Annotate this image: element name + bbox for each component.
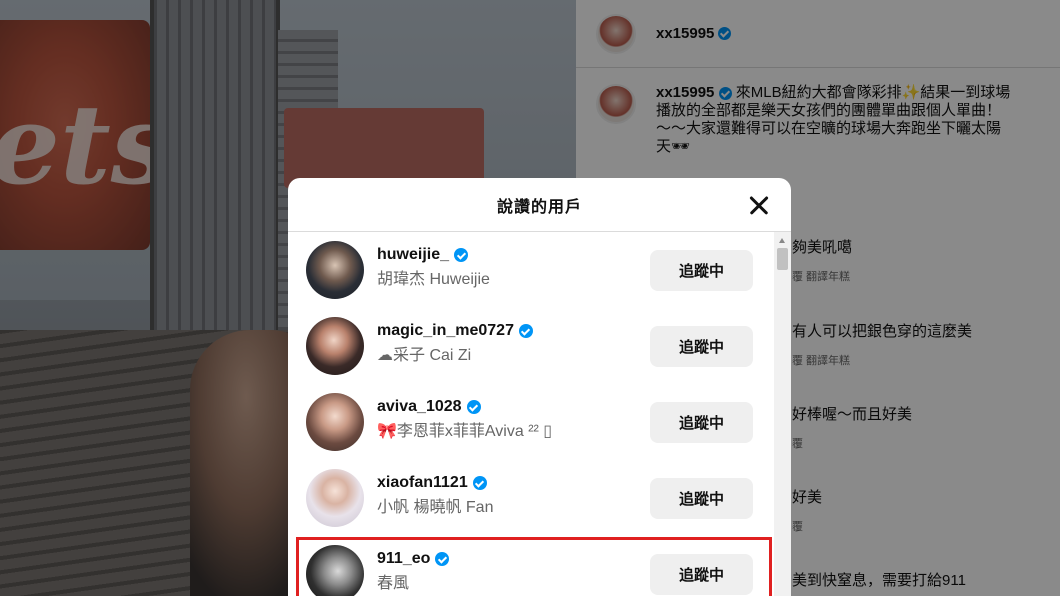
liker-username-row[interactable]: aviva_1028: [377, 398, 552, 416]
liker-fullname: 春風: [377, 575, 410, 592]
avatar[interactable]: [306, 241, 364, 299]
verified-badge-icon: [718, 86, 732, 100]
following-button[interactable]: 追蹤中: [650, 478, 753, 519]
verified-badge-icon: [454, 248, 469, 262]
liker-info: aviva_1028 🎀李恩菲x菲菲Aviva ²² ▯: [377, 398, 552, 441]
comment-text: 好棒喔～而且好美: [792, 406, 913, 423]
liker-username[interactable]: magic_in_me0727: [377, 322, 514, 340]
liker-username[interactable]: huweijie_: [377, 246, 449, 264]
verified-badge-icon: [718, 27, 732, 40]
avatar[interactable]: [306, 317, 364, 375]
liker-fullname: 🎀李恩菲x菲菲Aviva ²² ▯: [377, 423, 553, 440]
liker-username[interactable]: 911_eo: [377, 550, 430, 568]
liker-username-row[interactable]: 911_eo: [377, 550, 450, 568]
caption-avatar[interactable]: [596, 84, 636, 124]
avatar[interactable]: [306, 393, 364, 451]
author-username-row[interactable]: xx15995: [656, 25, 732, 42]
liker-row[interactable]: magic_in_me0727 ☁采子 Cai Zi 追蹤中: [288, 308, 774, 384]
liker-username[interactable]: aviva_1028: [377, 398, 462, 416]
dialog-title: 說讚的用戶: [496, 198, 582, 216]
caption-author[interactable]: xx15995: [656, 84, 714, 101]
verified-badge-icon: [435, 552, 450, 566]
comment-text: 美到快窒息，需要打給911: [792, 572, 966, 589]
comment-meta[interactable]: 覆: [792, 435, 803, 451]
comment-text: 好美: [792, 489, 823, 506]
liker-info: huweijie_ 胡瑋杰 Huweijie: [377, 246, 490, 289]
liker-fullname: 胡瑋杰 Huweijie: [377, 271, 490, 288]
liker-username-row[interactable]: xiaofan1121: [377, 474, 493, 492]
liker-info: 911_eo 春風: [377, 550, 450, 593]
verified-badge-icon: [466, 400, 481, 414]
liker-username-row[interactable]: magic_in_me0727: [377, 322, 533, 340]
post-caption: xx15995 來MLB紐約大都會隊彩排✨結果一到球場 播放的全部都是樂天女孩們…: [596, 84, 1060, 156]
post-header: xx15995: [576, 0, 1060, 68]
scroll-up-arrow-icon[interactable]: [779, 238, 785, 243]
liker-row[interactable]: aviva_1028 🎀李恩菲x菲菲Aviva ²² ▯ 追蹤中: [288, 384, 774, 460]
caption-line: 播放的全部都是樂天女孩們的團體單曲跟個人單曲！: [656, 102, 1002, 119]
likers-list: huweijie_ 胡瑋杰 Huweijie 追蹤中 magic_in_me07…: [288, 232, 774, 596]
dialog-header: 說讚的用戶: [288, 178, 791, 232]
caption-line: ～～大家還難得可以在空曠的球場大奔跑坐下曬太陽: [656, 120, 1002, 137]
comment-meta[interactable]: 覆 翻譯年糕: [792, 352, 850, 368]
liker-row[interactable]: huweijie_ 胡瑋杰 Huweijie 追蹤中: [288, 232, 774, 308]
comment-meta[interactable]: 覆 翻譯年糕: [792, 268, 850, 284]
liker-username[interactable]: xiaofan1121: [377, 474, 468, 492]
author-avatar[interactable]: [596, 13, 636, 54]
liker-row[interactable]: xiaofan1121 小帆 楊曉帆 Fan 追蹤中: [288, 460, 774, 536]
comment-text: 有人可以把銀色穿的這麼美: [792, 323, 973, 340]
liker-username-row[interactable]: huweijie_: [377, 246, 490, 264]
following-button[interactable]: 追蹤中: [650, 326, 753, 367]
liker-fullname: ☁采子 Cai Zi: [377, 347, 472, 364]
close-icon[interactable]: [745, 191, 773, 219]
verified-badge-icon: [472, 476, 487, 490]
liker-info: magic_in_me0727 ☁采子 Cai Zi: [377, 322, 533, 365]
avatar[interactable]: [306, 469, 364, 527]
verified-badge-icon: [518, 324, 533, 338]
following-button[interactable]: 追蹤中: [650, 402, 753, 443]
liker-info: xiaofan1121 小帆 楊曉帆 Fan: [377, 474, 493, 517]
caption-line: 天🕶: [656, 138, 691, 155]
caption-line: 來MLB紐約大都會隊彩排✨結果一到球場: [735, 84, 1011, 101]
comment-text: 夠美吼噶: [792, 239, 853, 256]
avatar[interactable]: [306, 545, 364, 596]
following-button[interactable]: 追蹤中: [650, 554, 753, 595]
scroll-thumb[interactable]: [777, 248, 788, 270]
comment-meta[interactable]: 覆: [792, 518, 803, 534]
caption-text: xx15995 來MLB紐約大都會隊彩排✨結果一到球場 播放的全部都是樂天女孩們…: [656, 84, 1056, 156]
scrollbar[interactable]: [774, 232, 791, 596]
following-button[interactable]: 追蹤中: [650, 250, 753, 291]
author-username[interactable]: xx15995: [656, 25, 714, 42]
likes-dialog: 說讚的用戶 huweijie_ 胡瑋杰 Huweijie 追蹤中 magic_i…: [288, 178, 791, 596]
liker-fullname: 小帆 楊曉帆 Fan: [377, 499, 494, 516]
liker-row[interactable]: 911_eo 春風 追蹤中: [288, 536, 774, 596]
